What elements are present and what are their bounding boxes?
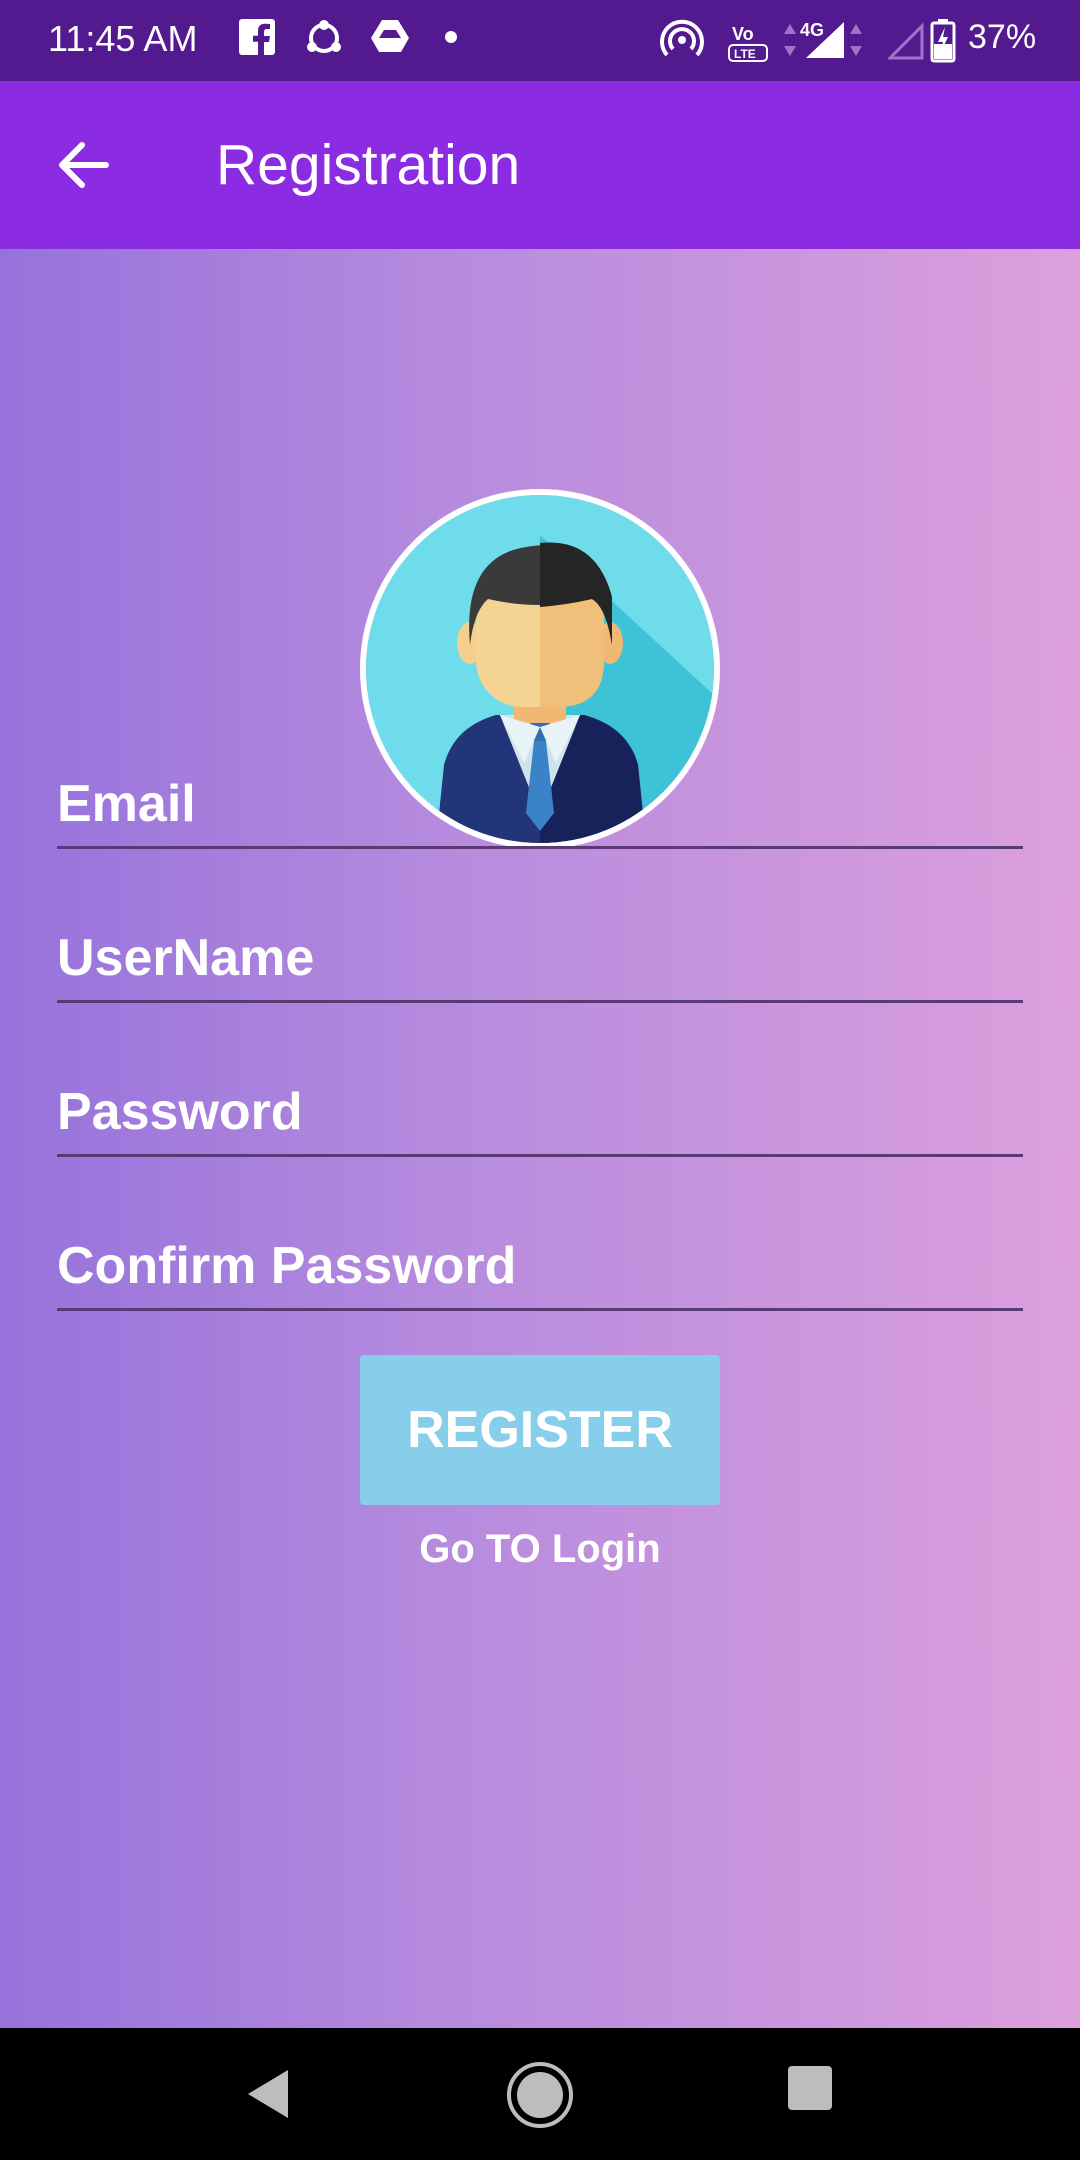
hotspot-icon <box>660 19 704 57</box>
volte-icon: Vo LTE <box>728 24 768 62</box>
svg-text:Vo: Vo <box>732 24 754 44</box>
dot-icon <box>445 31 457 43</box>
navigation-bar <box>0 2028 1080 2160</box>
battery-percentage: 37% <box>968 18 1037 56</box>
arrow-left-icon <box>59 142 109 188</box>
username-field[interactable] <box>57 928 1023 1003</box>
confirm-password-input[interactable] <box>57 1236 1023 1308</box>
status-bar: 11:45 AM Vo LTE 4G 37% <box>0 0 1080 81</box>
go-to-login-link[interactable]: Go TO Login <box>0 1527 1080 1572</box>
register-button[interactable]: REGISTER <box>360 1355 720 1505</box>
svg-text:LTE: LTE <box>734 47 756 61</box>
battery-icon <box>930 19 956 63</box>
password-field[interactable] <box>57 1082 1023 1157</box>
status-time: 11:45 AM <box>48 18 198 59</box>
share-icon <box>307 20 341 53</box>
password-input[interactable] <box>57 1082 1023 1154</box>
signal-4g-icon: 4G <box>784 20 862 58</box>
back-triangle-icon[interactable] <box>240 2064 300 2124</box>
confirm-password-field[interactable] <box>57 1236 1023 1311</box>
email-field[interactable] <box>57 774 1023 849</box>
app-bar: Registration <box>0 81 1080 249</box>
signal-empty-icon <box>888 22 924 60</box>
home-circle-icon[interactable] <box>505 2060 575 2130</box>
recents-square-icon[interactable] <box>786 2064 834 2112</box>
back-button[interactable] <box>48 133 118 197</box>
email-input[interactable] <box>57 774 1023 846</box>
registration-form-area: REGISTER Go TO Login <box>0 249 1080 2028</box>
facebook-icon <box>239 19 275 56</box>
username-input[interactable] <box>57 928 1023 1000</box>
page-title: Registration <box>216 133 521 197</box>
drive-icon <box>371 20 409 52</box>
svg-text:4G: 4G <box>800 20 824 40</box>
